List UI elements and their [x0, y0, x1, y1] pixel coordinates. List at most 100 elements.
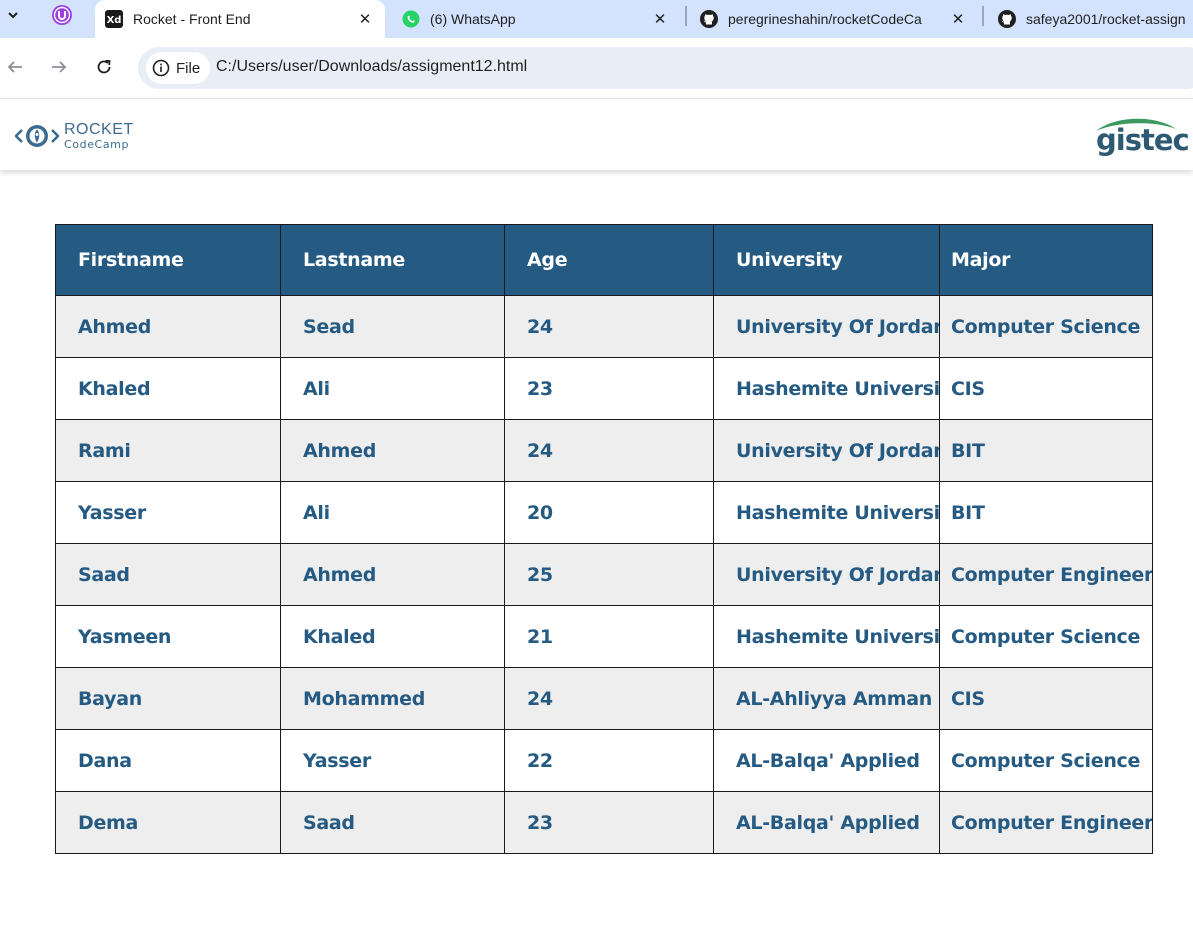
tab-search-button[interactable] — [0, 0, 26, 30]
cell-lastname: Sead — [280, 295, 505, 358]
tab-title: peregrineshahin/rocketCodeCa — [728, 11, 922, 27]
gistec-logo[interactable]: gistec — [1094, 117, 1190, 157]
cell-firstname: Saad — [55, 543, 281, 606]
cell-university: University Of Jordan — [713, 419, 940, 482]
table-row: Khaled Ali 23 Hashemite University CIS — [55, 357, 1153, 420]
tab-separator — [685, 6, 687, 26]
cell-firstname: Rami — [55, 419, 281, 482]
extension-u-icon — [52, 5, 72, 25]
github-icon — [998, 10, 1016, 28]
cell-major: BIT — [939, 419, 1153, 482]
info-icon — [152, 59, 170, 77]
students-table: Firstname Lastname Age University Major … — [55, 224, 1153, 854]
cell-major: CIS — [939, 357, 1153, 420]
cell-age: 25 — [504, 543, 714, 606]
cell-university: AL-Balqa' Applied — [713, 791, 940, 854]
svg-text:Xd: Xd — [107, 15, 122, 26]
tab-whatsapp[interactable]: (6) WhatsApp ✕ — [392, 0, 680, 38]
page-header: ROCKET CodeCamp gistec — [0, 98, 1193, 170]
cell-age: 20 — [504, 481, 714, 544]
cell-lastname: Khaled — [280, 605, 505, 668]
cell-major: Computer Engineering — [939, 791, 1153, 854]
site-info-button[interactable]: File — [146, 52, 211, 84]
xd-icon: Xd — [105, 10, 123, 28]
tab-separator — [982, 6, 984, 26]
whatsapp-icon — [402, 10, 420, 28]
column-header-lastname: Lastname — [280, 224, 505, 296]
table-row: Saad Ahmed 25 University Of Jordan Compu… — [55, 543, 1153, 606]
column-header-firstname: Firstname — [55, 224, 281, 296]
column-header-age: Age — [504, 224, 714, 296]
back-button[interactable] — [0, 52, 30, 82]
cell-firstname: Ahmed — [55, 295, 281, 358]
cell-lastname: Ali — [280, 481, 505, 544]
cell-major: BIT — [939, 481, 1153, 544]
cell-lastname: Yasser — [280, 729, 505, 792]
address-bar[interactable]: File C:/Users/user/Downloads/assigment12… — [138, 47, 1193, 89]
cell-lastname: Mohammed — [280, 667, 505, 730]
cell-age: 23 — [504, 357, 714, 420]
forward-button[interactable] — [44, 52, 74, 82]
logo-line1: ROCKET — [64, 121, 134, 138]
cell-age: 21 — [504, 605, 714, 668]
cell-age: 24 — [504, 667, 714, 730]
site-info-label: File — [176, 59, 201, 77]
table-row: Rami Ahmed 24 University Of Jordan BIT — [55, 419, 1153, 482]
cell-major: Computer Engineering — [939, 543, 1153, 606]
close-tab-icon[interactable]: ✕ — [948, 9, 968, 29]
pinned-tab-extension[interactable] — [50, 3, 74, 27]
tab-github-rocket-assign[interactable]: safeya2001/rocket-assign — [988, 0, 1193, 38]
cell-university: Hashemite University — [713, 357, 940, 420]
cell-university: University Of Jordan — [713, 543, 940, 606]
cell-major: CIS — [939, 667, 1153, 730]
rocket-codecamp-logo[interactable]: ROCKET CodeCamp — [15, 121, 134, 151]
close-tab-icon[interactable]: ✕ — [650, 9, 670, 29]
logo-line2: CodeCamp — [64, 138, 130, 151]
table-row: Dana Yasser 22 AL-Balqa' Applied Compute… — [55, 729, 1153, 792]
cell-major: Computer Science — [939, 295, 1153, 358]
cell-major: Computer Science — [939, 605, 1153, 668]
cell-university: Hashemite University — [713, 605, 940, 668]
cell-lastname: Saad — [280, 791, 505, 854]
tab-github-rocketcodecamp[interactable]: peregrineshahin/rocketCodeCa ✕ — [690, 0, 978, 38]
close-tab-icon[interactable]: ✕ — [355, 9, 375, 29]
reload-icon — [97, 59, 111, 74]
cell-lastname: Ahmed — [280, 543, 505, 606]
cell-lastname: Ali — [280, 357, 505, 420]
rocket-logo-text: ROCKET CodeCamp — [64, 121, 134, 151]
column-header-university: University — [713, 224, 940, 296]
column-header-major: Major — [939, 224, 1153, 296]
github-icon — [700, 10, 718, 28]
cell-university: AL-Ahliyya Amman — [713, 667, 940, 730]
cell-lastname: Ahmed — [280, 419, 505, 482]
cell-university: University Of Jordan — [713, 295, 940, 358]
cell-age: 24 — [504, 419, 714, 482]
cell-age: 23 — [504, 791, 714, 854]
cell-firstname: Dema — [55, 791, 281, 854]
tab-rocket-front-end[interactable]: Xd Rocket - Front End ✕ — [95, 0, 385, 38]
tab-strip: Xd Rocket - Front End ✕ (6) WhatsApp ✕ p… — [0, 0, 1193, 38]
arrow-right-icon — [52, 61, 67, 73]
browser-toolbar: File C:/Users/user/Downloads/assigment12… — [0, 38, 1193, 98]
cell-firstname: Bayan — [55, 667, 281, 730]
table-row: Yasmeen Khaled 21 Hashemite University C… — [55, 605, 1153, 668]
arrow-left-icon — [7, 61, 22, 73]
cell-major: Computer Science — [939, 729, 1153, 792]
tab-title: (6) WhatsApp — [430, 11, 516, 27]
chevron-down-icon — [8, 12, 18, 19]
rocket-logo-icon — [15, 125, 59, 147]
table-row: Bayan Mohammed 24 AL-Ahliyya Amman CIS — [55, 667, 1153, 730]
url-text[interactable]: C:/Users/user/Downloads/assigment12.html — [216, 58, 527, 76]
table-row: Dema Saad 23 AL-Balqa' Applied Computer … — [55, 791, 1153, 854]
table-row: Yasser Ali 20 Hashemite University BIT — [55, 481, 1153, 544]
table-row: Ahmed Sead 24 University Of Jordan Compu… — [55, 295, 1153, 358]
cell-university: Hashemite University — [713, 481, 940, 544]
reload-button[interactable] — [89, 52, 119, 82]
cell-firstname: Dana — [55, 729, 281, 792]
table-header-row: Firstname Lastname Age University Major — [55, 224, 1153, 296]
tab-title: safeya2001/rocket-assign — [1026, 11, 1186, 27]
cell-firstname: Khaled — [55, 357, 281, 420]
gistec-wordmark: gistec — [1096, 123, 1190, 157]
cell-firstname: Yasser — [55, 481, 281, 544]
cell-firstname: Yasmeen — [55, 605, 281, 668]
